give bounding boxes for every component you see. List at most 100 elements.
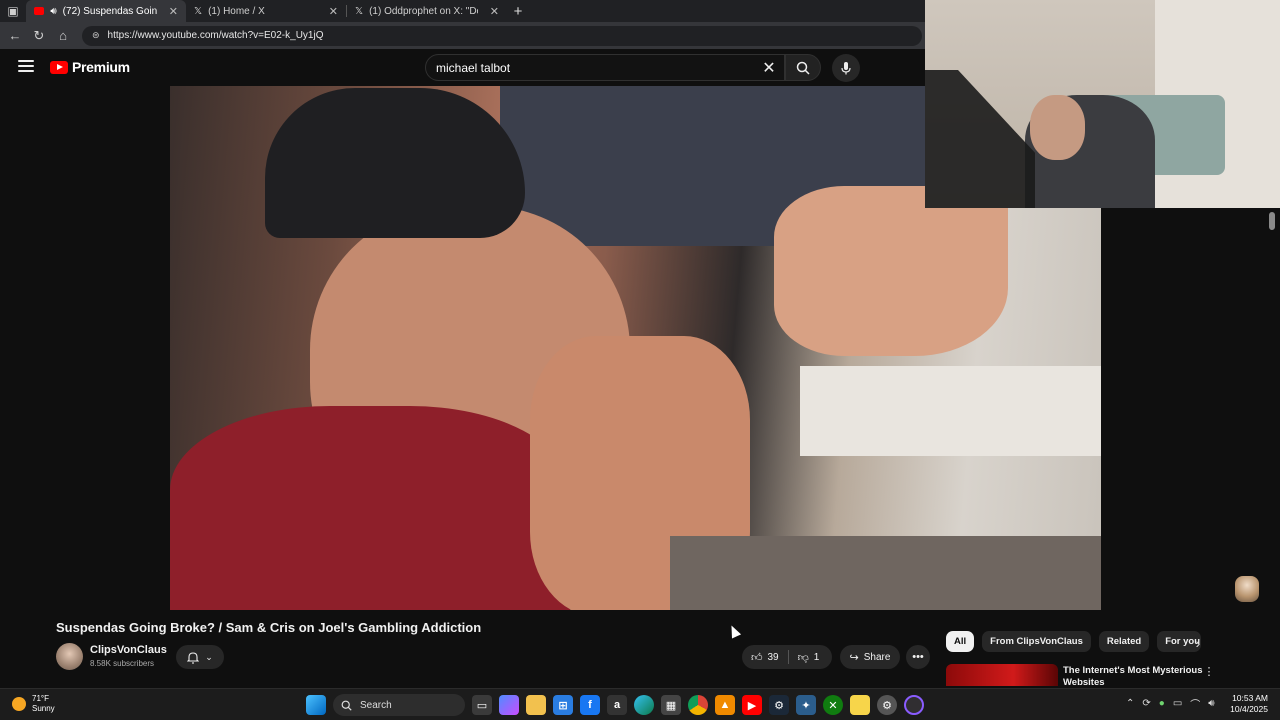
weather-temperature: 71°F [32,694,49,703]
more-horizontal-icon: ••• [912,651,924,663]
chevron-right-icon[interactable]: › [1188,633,1208,653]
like-button[interactable]: 👍︎ 39 [742,645,788,669]
recommendation-title[interactable]: The Internet's Most Mysterious Websites [1063,665,1203,686]
recommendation-thumbnail[interactable] [946,664,1058,686]
windows-start-icon[interactable] [306,695,326,715]
scrollbar-thumb[interactable] [1269,212,1275,230]
voice-search-button[interactable] [832,54,860,82]
channel-name[interactable]: ClipsVonClaus [90,644,167,656]
sync-icon[interactable]: ⟳ [1142,698,1150,709]
share-button[interactable]: ↪ Share [840,645,900,669]
steam-icon[interactable]: ⚙ [769,695,789,715]
chevron-down-icon: ⌄ [205,651,213,662]
windows-taskbar: 71°F Sunny Search ▭ ⊞ f a ▦ ▲ ▶ ⚙ ✦ ✕ ⚙ … [0,688,1280,720]
volume-icon[interactable]: 🔊︎ [1208,698,1214,709]
share-label: Share [863,651,891,663]
youtube-logo[interactable]: Premium [50,59,130,75]
clear-search-icon[interactable]: ✕ [758,57,780,79]
close-tab-icon[interactable]: ✕ [490,5,499,18]
window-menu-icon[interactable]: ▣ [0,0,26,22]
x-icon: 𝕏 [355,5,364,17]
webcam-microphone-arm [925,70,1035,208]
sun-icon [12,697,26,711]
app-icon[interactable]: ✦ [796,695,816,715]
chip-related[interactable]: Related [1098,631,1150,652]
system-clock[interactable]: 10:53 AM 10/4/2025 [1228,693,1268,715]
clock-time: 10:53 AM [1232,693,1268,703]
chrome-icon[interactable] [688,695,708,715]
app-tray-icon[interactable]: ● [1159,698,1165,709]
tab-label: (1) Home / X [208,5,265,17]
logo-text: Premium [72,59,130,75]
x-icon: 𝕏 [194,5,203,17]
scrollbar[interactable] [1268,208,1276,678]
webcam-overlay [925,0,1280,208]
tab-label: (72) Suspendas Going Broke [62,5,157,17]
home-icon[interactable]: ⌂ [54,27,72,45]
weather-widget[interactable]: 71°F Sunny [12,694,55,714]
sticky-notes-icon[interactable] [850,695,870,715]
facebook-icon[interactable]: f [580,695,600,715]
menu-icon[interactable] [18,60,34,72]
store-icon[interactable]: ⊞ [553,695,573,715]
video-frame-shirt [170,406,570,610]
share-icon: ↪ [849,651,859,664]
task-view-icon[interactable]: ▭ [472,695,492,715]
copilot-icon[interactable] [499,695,519,715]
xbox-icon[interactable]: ✕ [823,695,843,715]
taskbar-search[interactable]: Search [333,694,465,716]
taskbar-search-label: Search [360,699,392,711]
url-field[interactable]: ⊜ https://www.youtube.com/watch?v=E02-k_… [82,25,922,46]
search-icon [341,700,352,711]
settings-icon[interactable]: ⚙ [877,695,897,715]
tab-x-home[interactable]: 𝕏 (1) Home / X ✕ [186,0,346,22]
calculator-icon[interactable]: ▦ [661,695,681,715]
microphone-icon [841,62,851,75]
youtube-app-icon[interactable]: ▶ [742,695,762,715]
more-vertical-icon[interactable]: ⋮ [1202,665,1216,681]
amazon-icon[interactable]: a [607,695,627,715]
url-text: https://www.youtube.com/watch?v=E02-k_Uy… [107,30,324,41]
search-input[interactable]: michael talbot [425,54,785,81]
search-icon [796,61,810,75]
system-tray: ⌃ ⟳ ● ▭ ⌒ 🔊︎ [1126,696,1215,711]
mute-icon[interactable]: 🔊︎ [50,6,56,17]
display-icon[interactable]: ▭ [1173,698,1182,709]
chip-from-channel[interactable]: From ClipsVonClaus [982,631,1091,652]
thumbs-up-icon: 👍︎ [751,651,763,664]
video-overlay-face [774,186,1008,356]
notifications-button[interactable]: ⌄ [176,645,224,669]
close-tab-icon[interactable]: ✕ [169,5,178,18]
webcam-head [1030,95,1085,160]
network-icon[interactable]: ⌒ [1190,696,1200,711]
tab-youtube[interactable]: 🔊︎ (72) Suspendas Going Broke ✕ [26,0,186,22]
video-frame-floor [670,536,1101,610]
search-button[interactable] [785,54,821,81]
clock-date: 10/4/2025 [1230,704,1268,714]
youtube-icon [34,7,45,15]
back-icon[interactable]: ← [6,27,24,45]
video-frame-table [800,366,1101,456]
tab-x-oddprophet[interactable]: 𝕏 (1) Oddprophet on X: "Does @dj ✕ [347,0,507,22]
obs-icon[interactable] [904,695,924,715]
more-actions-button[interactable]: ••• [906,645,930,669]
dislike-button[interactable]: 👎︎ 1 [789,645,829,669]
tab-label: (1) Oddprophet on X: "Does @dj [369,5,478,17]
weather-description: Sunny [32,704,55,713]
close-tab-icon[interactable]: ✕ [329,5,338,18]
edge-icon[interactable] [634,695,654,715]
new-tab-icon[interactable]: + [507,0,529,22]
chip-all[interactable]: All [946,631,975,652]
bell-icon [187,651,200,664]
channel-avatar[interactable] [56,643,83,670]
like-count: 39 [767,651,779,663]
video-frame-cap [265,88,525,238]
site-info-icon[interactable]: ⊜ [92,30,100,41]
vlc-icon[interactable]: ▲ [715,695,735,715]
file-explorer-icon[interactable] [526,695,546,715]
filter-chips: All From ClipsVonClaus Related For you [946,631,1202,652]
video-title: Suspendas Going Broke? / Sam & Cris on J… [56,620,482,635]
reload-icon[interactable]: ↻ [30,27,48,45]
streamer-avatar [1235,576,1259,602]
chevron-up-icon[interactable]: ⌃ [1126,698,1134,709]
